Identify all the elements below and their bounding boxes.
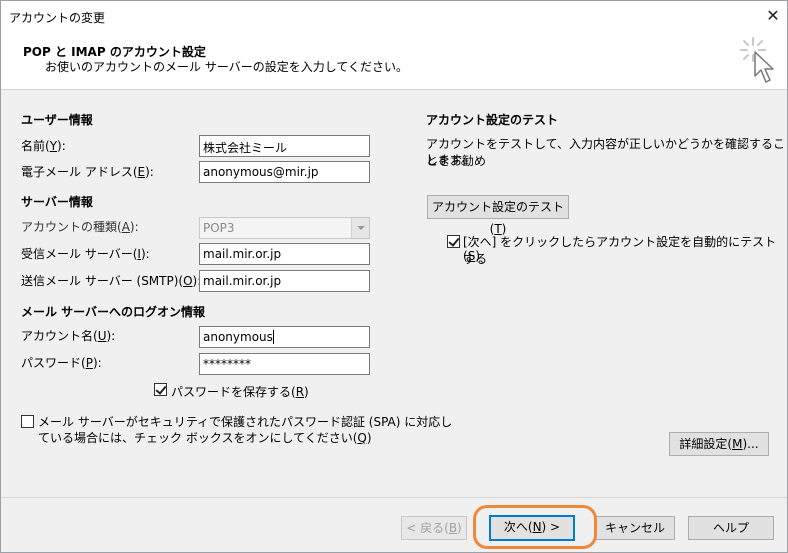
password-label: パスワード(P): bbox=[21, 356, 102, 370]
logon-info-heading: メール サーバーへのログオン情報 bbox=[21, 305, 206, 319]
spa-label-line2[interactable]: ている場合には、チェック ボックスをオンにしてください(Q) bbox=[38, 429, 372, 446]
cancel-button[interactable]: キャンセル bbox=[595, 516, 675, 540]
save-password-checkbox[interactable] bbox=[154, 383, 167, 396]
test-description-line1: アカウントをテストして、入力内容が正しいかどうかを確認することをお勧め bbox=[426, 137, 786, 168]
name-field[interactable]: 株式会社ミール bbox=[199, 135, 370, 157]
header-subtitle: お使いのアカウントのメール サーバーの設定を入力してください。 bbox=[45, 60, 408, 74]
spa-checkbox[interactable] bbox=[21, 415, 34, 428]
incoming-server-field[interactable]: mail.mir.or.jp bbox=[199, 243, 370, 265]
user-info-heading: ユーザー情報 bbox=[21, 113, 93, 127]
footer-separator bbox=[1, 497, 787, 498]
title-bar: アカウントの変更 ✕ bbox=[1, 1, 787, 32]
account-type-select[interactable]: POP3 bbox=[199, 217, 370, 239]
cursor-click-icon bbox=[740, 37, 774, 83]
password-field[interactable]: ******** bbox=[199, 353, 370, 375]
incoming-server-label: 受信メール サーバー(I): bbox=[21, 247, 150, 261]
email-label: 電子メール アドレス(E): bbox=[21, 165, 154, 179]
account-name-label: アカウント名(U): bbox=[21, 329, 116, 343]
text-caret bbox=[272, 330, 274, 344]
dialog-header: POP と IMAP のアカウント設定 お使いのアカウントのメール サーバーの設… bbox=[1, 32, 787, 90]
outgoing-server-field[interactable]: mail.mir.or.jp bbox=[199, 270, 370, 292]
help-button[interactable]: ヘルプ bbox=[688, 516, 774, 540]
close-icon[interactable]: ✕ bbox=[761, 5, 785, 27]
account-type-value: POP3 bbox=[203, 221, 235, 235]
test-heading: アカウント設定のテスト bbox=[426, 113, 559, 127]
name-label: 名前(Y): bbox=[21, 139, 66, 153]
outgoing-server-label: 送信メール サーバー (SMTP)(O): bbox=[21, 274, 202, 288]
next-button-highlight bbox=[473, 505, 597, 549]
account-name-field[interactable]: anonymous bbox=[199, 326, 370, 348]
account-change-dialog: アカウントの変更 ✕ POP と IMAP のアカウント設定 お使いのアカウント… bbox=[0, 0, 788, 553]
chevron-down-icon bbox=[351, 218, 369, 238]
test-description-line2: します。 bbox=[426, 153, 473, 167]
back-button[interactable]: < 戻る(B) bbox=[401, 516, 467, 540]
window-title: アカウントの変更 bbox=[9, 11, 106, 25]
auto-test-key[interactable]: )(S) bbox=[463, 249, 480, 263]
advanced-settings-button[interactable]: 詳細設定(M)... bbox=[669, 432, 769, 456]
account-type-label: アカウントの種類(A): bbox=[21, 220, 139, 234]
auto-test-checkbox[interactable] bbox=[447, 235, 460, 248]
email-field[interactable]: anonymous@mir.jp bbox=[199, 161, 370, 183]
server-info-heading: サーバー情報 bbox=[21, 195, 93, 209]
test-account-button[interactable]: アカウント設定のテスト(T) bbox=[427, 195, 569, 236]
spa-label-line1[interactable]: メール サーバーがセキュリティで保護されたパスワード認証 (SPA) に対応し bbox=[38, 413, 452, 430]
auto-test-label[interactable]: [次へ] をクリックしたらアカウント設定を自動的にテストする bbox=[463, 233, 787, 267]
save-password-label[interactable]: パスワードを保存する(R) bbox=[171, 383, 309, 400]
